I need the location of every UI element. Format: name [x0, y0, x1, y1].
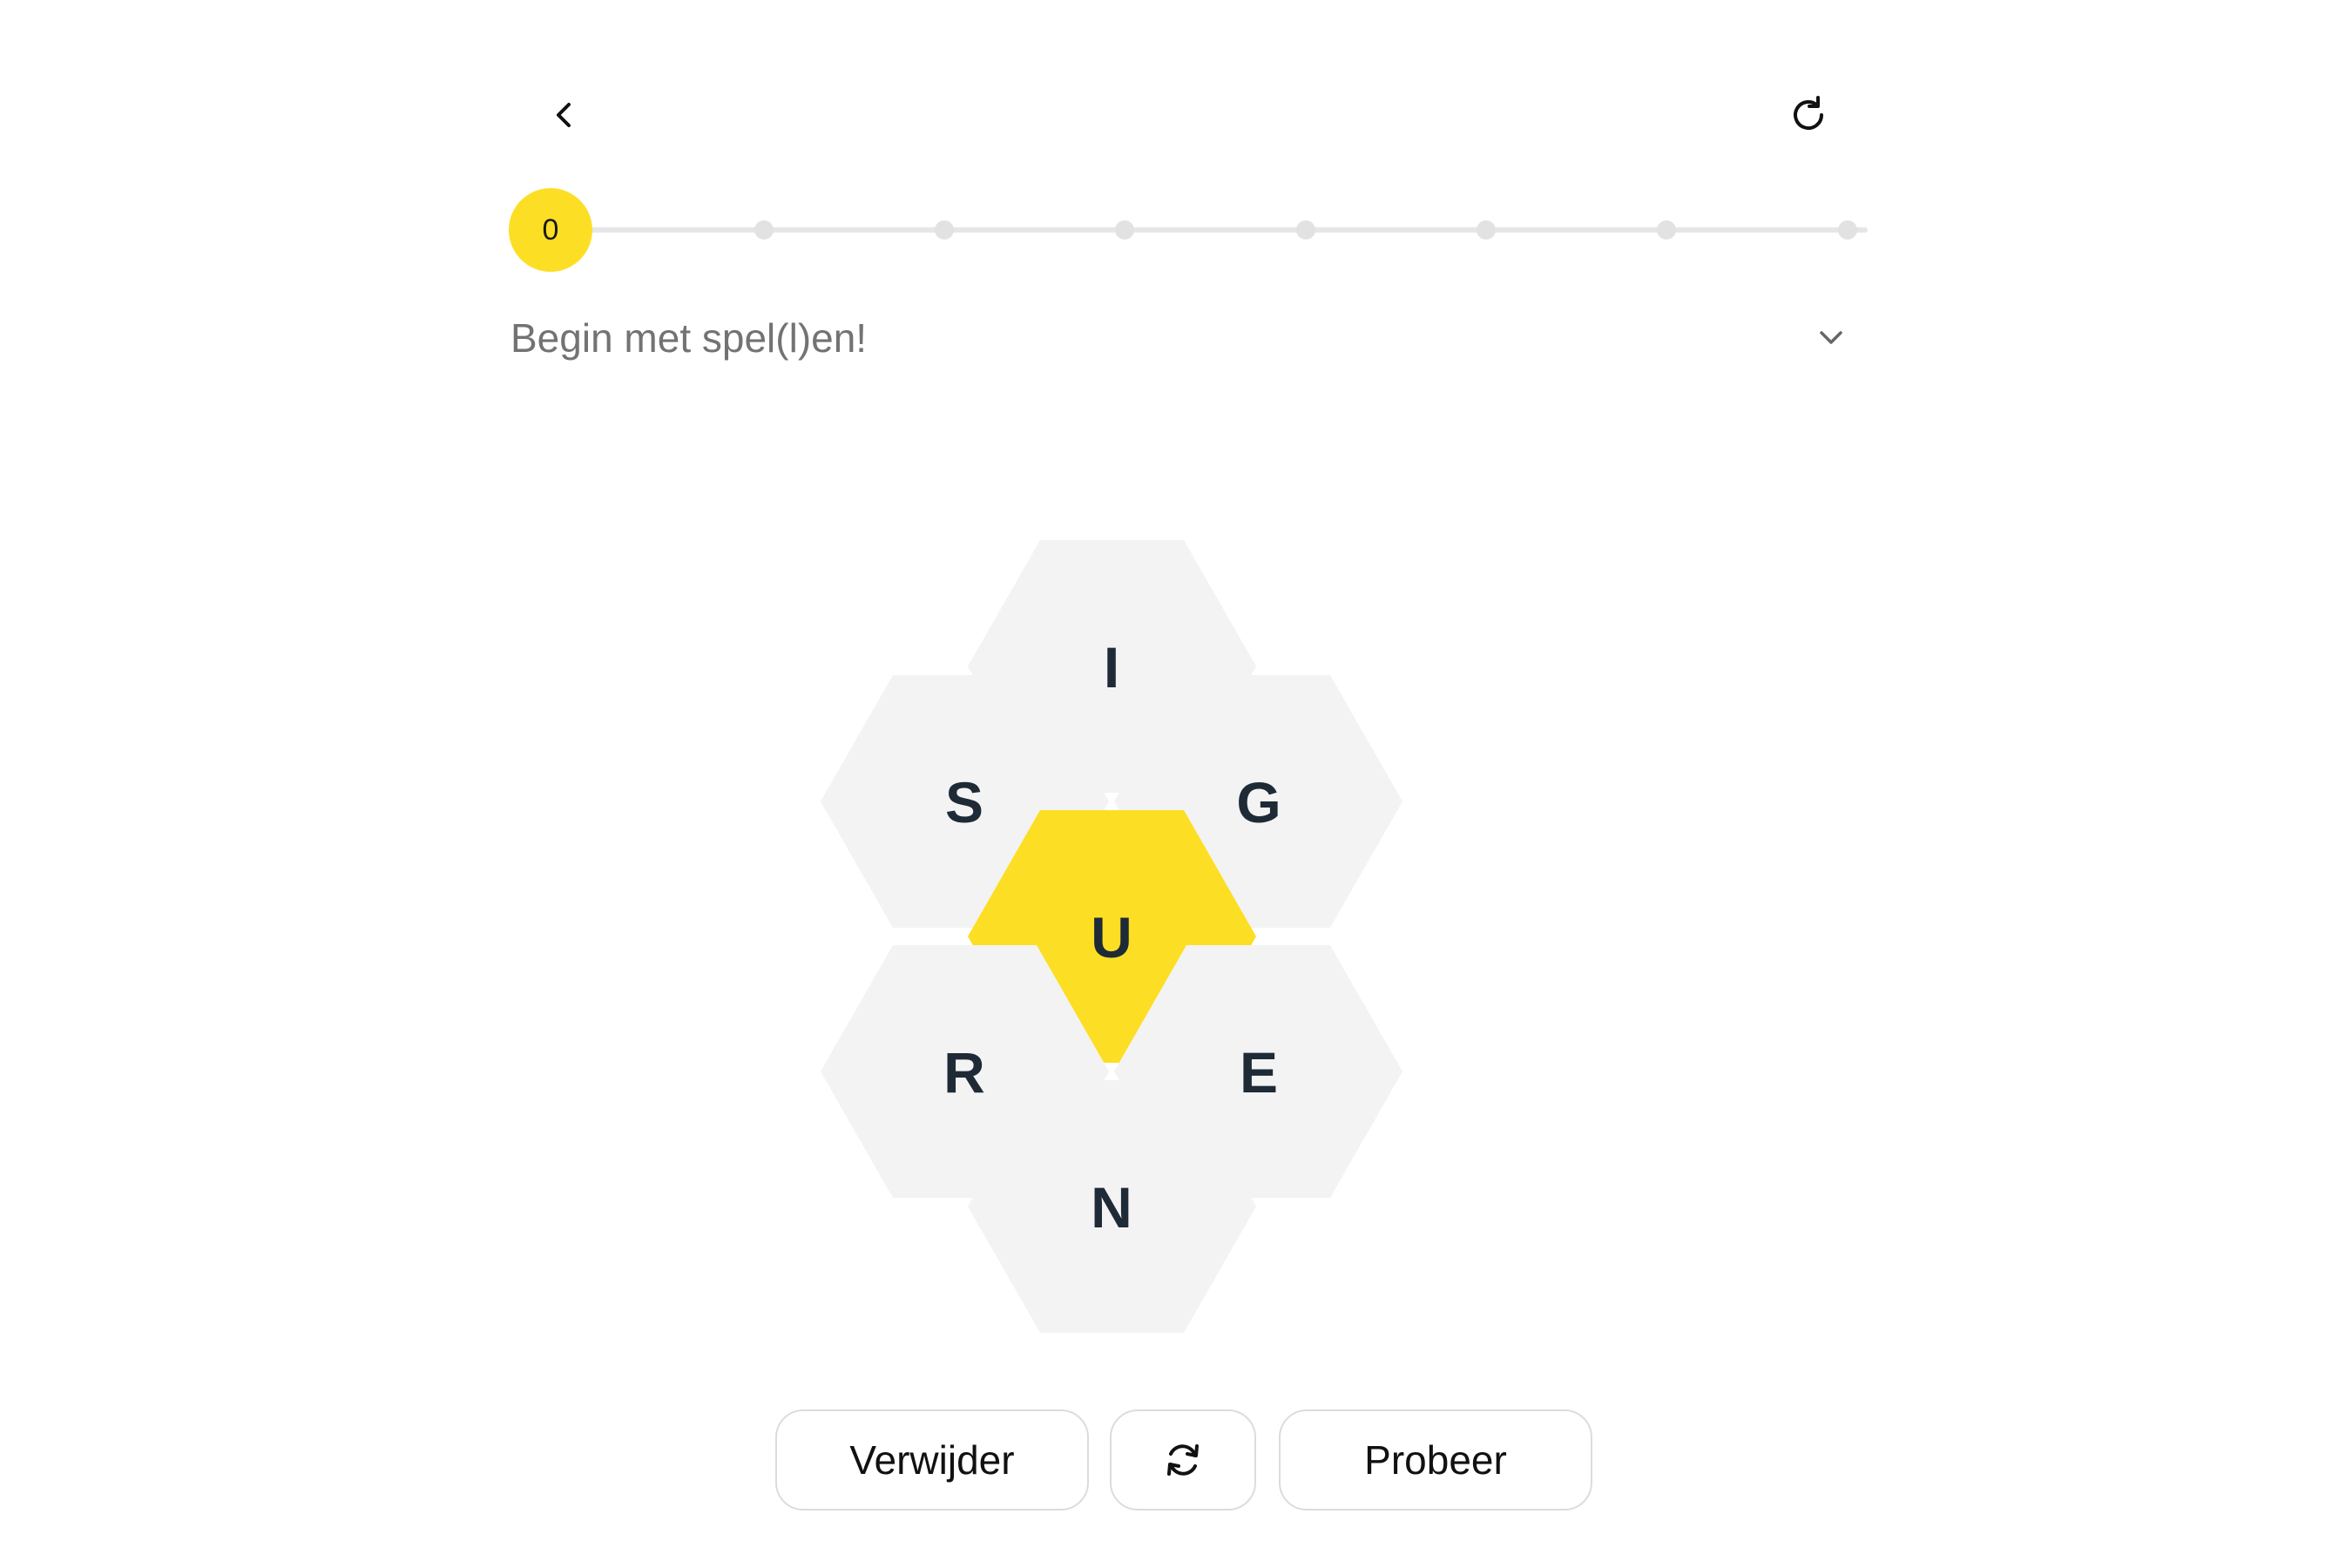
progress-bar: 0	[509, 186, 1868, 274]
letter-top: I	[1104, 635, 1119, 700]
letter-upper-right: G	[1236, 770, 1281, 835]
progress-step	[1477, 220, 1496, 240]
progress-step	[1115, 220, 1134, 240]
letter-center: U	[1091, 905, 1132, 970]
shuffle-button[interactable]	[1110, 1409, 1256, 1511]
hive-svg: I S G U R E N	[821, 540, 1402, 1333]
progress-step	[935, 220, 954, 240]
action-bar: Verwijder Probeer	[0, 1409, 2352, 1514]
letter-bottom: N	[1091, 1175, 1132, 1240]
enter-button[interactable]: Probeer	[1279, 1409, 1592, 1511]
letter-lower-left: R	[943, 1040, 985, 1105]
score-badge: 0	[509, 188, 592, 272]
chevron-left-icon	[557, 103, 571, 127]
progress-step	[1838, 220, 1857, 240]
progress-step	[1657, 220, 1676, 240]
rank-message: Begin met spel(l)en!	[510, 315, 868, 361]
letter-hive: I S G U R E N	[800, 527, 1566, 1337]
chevron-down-icon	[1805, 312, 1857, 364]
progress-step	[1296, 220, 1315, 240]
letter-upper-left: S	[945, 770, 983, 835]
shuffle-icon	[1167, 1444, 1199, 1476]
rank-toggle[interactable]: Begin met spel(l)en!	[510, 303, 1869, 373]
refresh-icon	[1794, 96, 1823, 130]
letter-lower-right: E	[1240, 1040, 1278, 1105]
back-button[interactable]	[530, 80, 599, 150]
progress-step	[754, 220, 774, 240]
reset-button[interactable]	[1770, 77, 1847, 153]
delete-button[interactable]: Verwijder	[775, 1409, 1089, 1511]
spelling-bee-screen: 0 Begin met spel(l)en! I S G U R E N Ver…	[0, 0, 2352, 1568]
